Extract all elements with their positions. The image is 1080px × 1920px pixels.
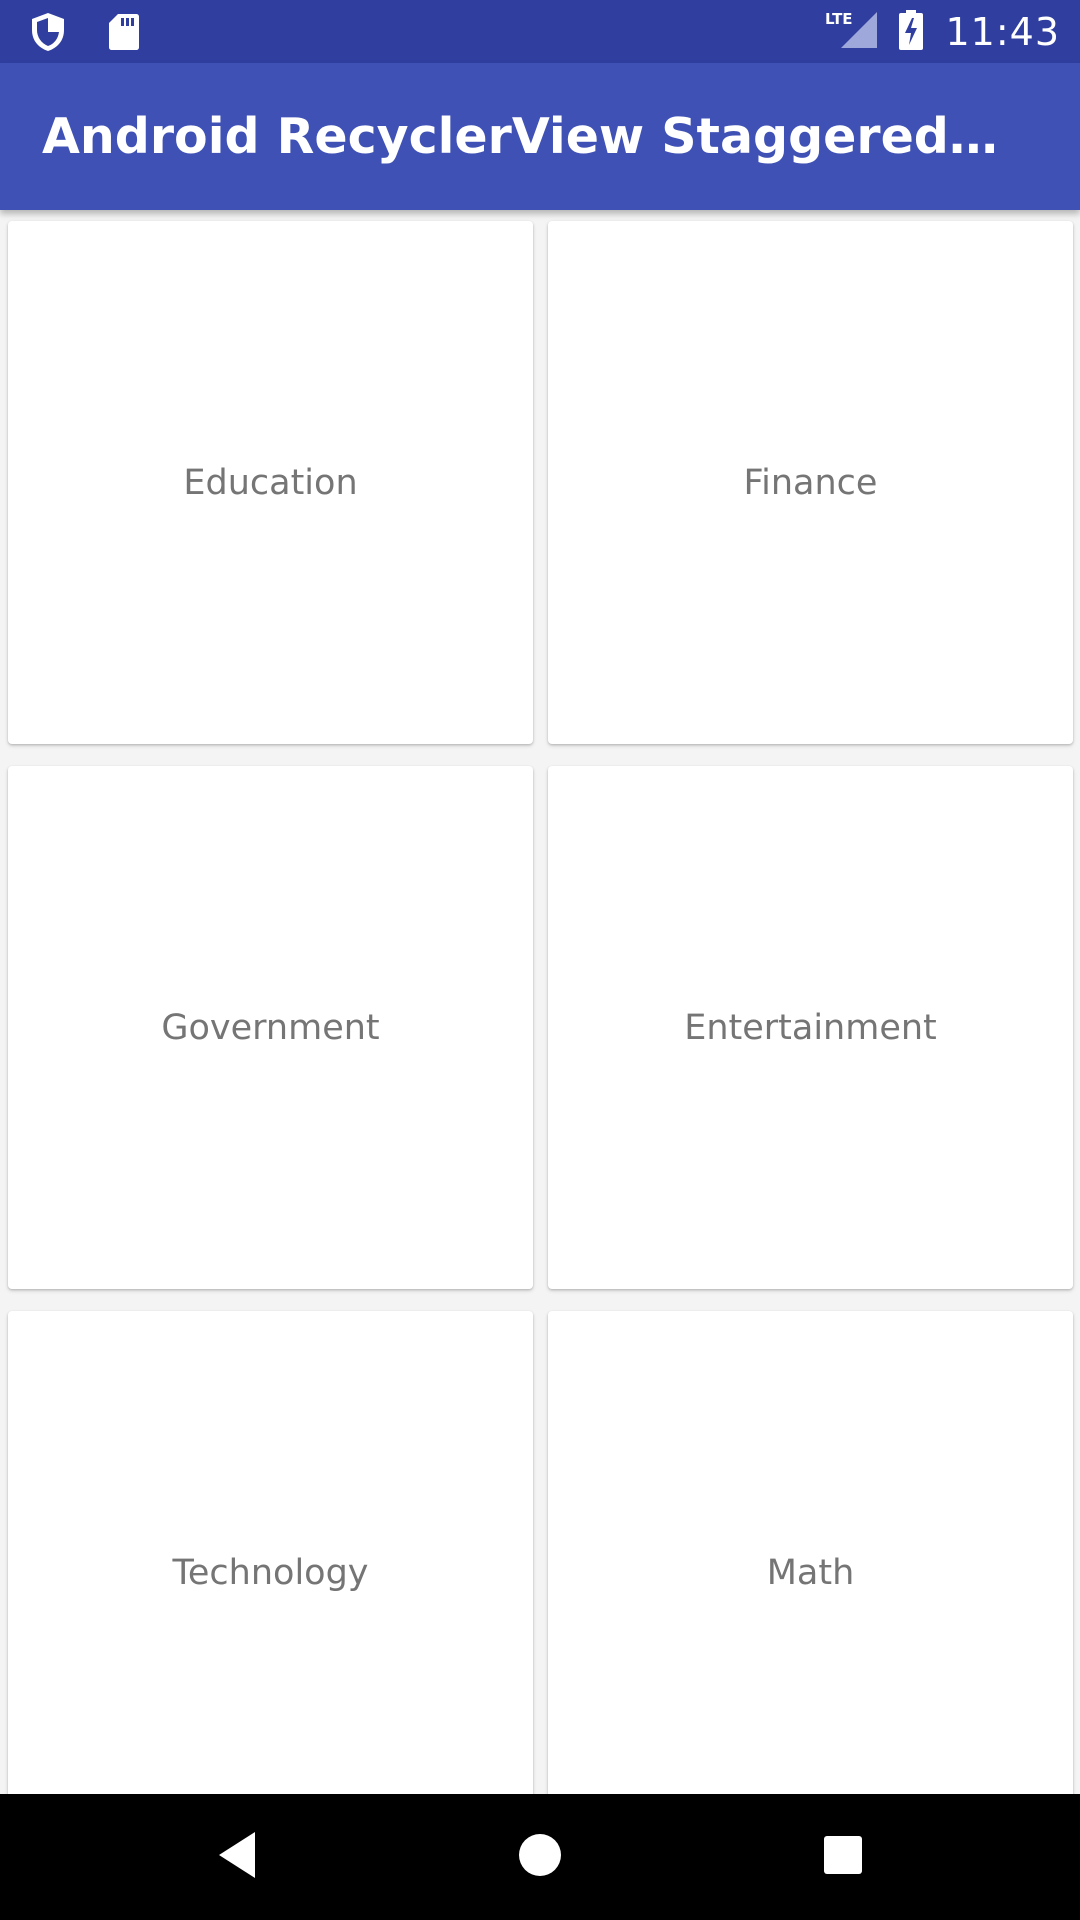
status-bar-left	[30, 12, 140, 56]
network-type-label: LTE	[825, 10, 853, 28]
app-title: Android RecyclerView StaggeredGridLa…	[42, 108, 1022, 165]
card-label: Government	[161, 1007, 380, 1048]
grid-card[interactable]: Education	[8, 221, 533, 744]
app-bar: Android RecyclerView StaggeredGridLa…	[0, 63, 1080, 210]
battery-charging-icon	[899, 9, 924, 54]
recycler-grid[interactable]: Education Finance Government Entertainme…	[0, 210, 1080, 1794]
home-icon	[518, 1833, 562, 1881]
grid-card[interactable]: Entertainment	[548, 766, 1073, 1289]
back-button[interactable]	[174, 1794, 300, 1920]
grid-card[interactable]: Technology	[8, 1311, 533, 1794]
grid-card[interactable]: Government	[8, 766, 533, 1289]
home-button[interactable]	[477, 1794, 603, 1920]
card-label: Finance	[743, 462, 878, 503]
lte-signal-icon: LTE	[825, 10, 878, 54]
status-bar-right: LTE 11:43	[825, 0, 1060, 63]
card-label: Education	[183, 462, 358, 503]
navigation-bar	[0, 1794, 1080, 1920]
screen: LTE 11:43 Android RecyclerView Staggered…	[0, 0, 1080, 1920]
shield-icon	[30, 12, 66, 56]
recents-icon	[823, 1835, 863, 1879]
status-bar: LTE 11:43	[0, 0, 1080, 63]
grid-card[interactable]: Finance	[548, 221, 1073, 744]
recents-button[interactable]	[780, 1794, 906, 1920]
back-icon	[215, 1830, 259, 1884]
status-time: 11:43	[945, 9, 1060, 54]
card-label: Entertainment	[684, 1007, 937, 1048]
sd-card-icon	[108, 13, 140, 55]
card-label: Technology	[172, 1552, 369, 1593]
card-label: Math	[766, 1552, 855, 1593]
grid-card[interactable]: Math	[548, 1311, 1073, 1794]
